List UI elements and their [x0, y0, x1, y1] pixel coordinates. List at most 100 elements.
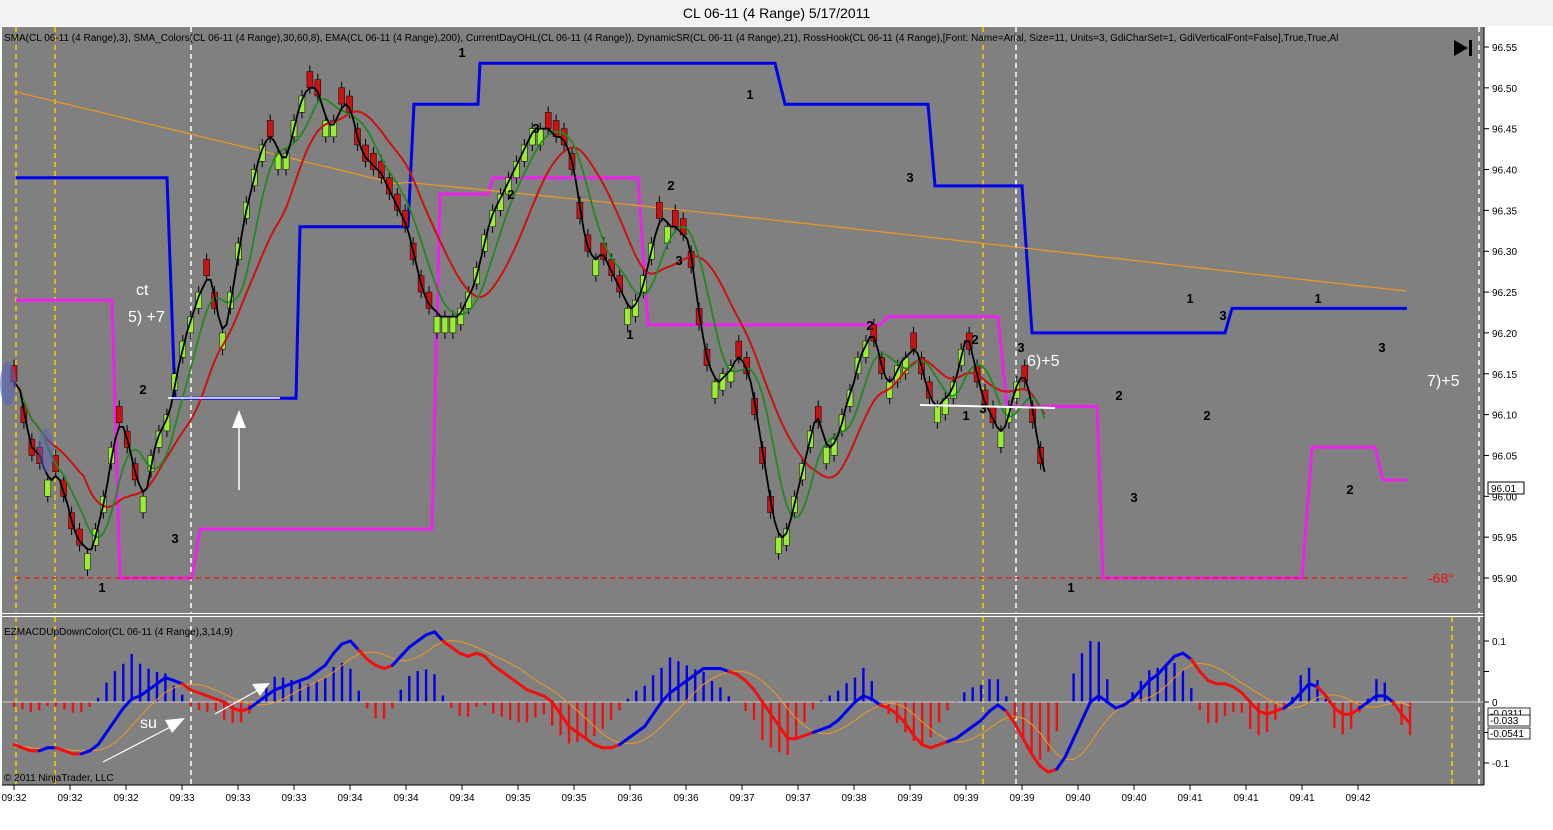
- swing-label-3: 1: [458, 45, 465, 60]
- macd-bar-10: [96, 697, 100, 702]
- macd-bar-22: [197, 702, 201, 711]
- swing-label-9: 1: [746, 87, 753, 102]
- macd-bar-76: [651, 675, 655, 702]
- candle-204: [822, 447, 830, 464]
- macd-bar-84: [719, 687, 722, 702]
- price-tick-label-3: 96.40: [1492, 166, 1517, 177]
- macd-bar-75: [643, 685, 646, 702]
- macd-bar-20: [181, 694, 184, 702]
- macd-bar-137: [1164, 664, 1168, 702]
- macd-bar-143: [1215, 702, 1218, 724]
- price-tick-label-8: 96.15: [1492, 370, 1517, 381]
- macd-bar-110: [937, 702, 941, 723]
- swing-label-7: 2: [667, 178, 674, 193]
- macd-bar-51: [441, 695, 445, 702]
- macd-bar-83: [710, 680, 714, 702]
- macd-bar-148: [1257, 702, 1260, 736]
- macd-bar-49: [424, 669, 428, 702]
- annotation-trade-5: 5) +7: [128, 309, 165, 326]
- candle-48: [203, 259, 210, 276]
- time-tick-label-22: 09:41: [1233, 793, 1258, 804]
- macd-bar-6: [63, 702, 66, 710]
- price-tick-label-13: 95.90: [1492, 574, 1517, 585]
- macd-bar-25: [223, 702, 226, 720]
- macd-bar-146: [1240, 702, 1243, 713]
- price-tick-label-1: 96.50: [1492, 84, 1517, 95]
- time-tick-label-8: 09:34: [449, 793, 474, 804]
- macd-bar-72: [618, 702, 621, 711]
- macd-bar-35: [307, 684, 310, 702]
- macd-value-2: -0.033: [1490, 716, 1519, 727]
- macd-bar-24: [214, 702, 217, 711]
- annotation-trade-6: 6)+5: [1027, 353, 1060, 370]
- macd-bar-53: [458, 702, 461, 716]
- macd-bar-94: [803, 702, 806, 723]
- red-level-label: -68°: [1428, 570, 1454, 586]
- macd-bar-71: [609, 702, 613, 720]
- swing-label-23: 2: [1346, 482, 1353, 497]
- macd-bar-90: [769, 702, 773, 748]
- macd-bar-4: [46, 702, 49, 706]
- macd-bar-45: [391, 702, 394, 709]
- macd-bar-57: [492, 702, 495, 714]
- macd-bar-99: [845, 683, 848, 702]
- macd-bar-144: [1223, 702, 1227, 716]
- macd-bar-139: [1181, 670, 1185, 702]
- macd-bar-109: [929, 702, 932, 737]
- macd-value-3: -0.0541: [1490, 729, 1524, 740]
- swing-label-12: 1: [962, 408, 969, 423]
- swing-label-5: 3: [532, 121, 539, 136]
- macd-bar-44: [382, 702, 386, 720]
- macd-bar-118: [1005, 696, 1008, 702]
- time-tick-label-3: 09:33: [169, 793, 194, 804]
- time-tick-label-11: 09:36: [617, 793, 642, 804]
- macd-bar-87: [744, 702, 747, 711]
- time-tick-label-7: 09:34: [393, 793, 418, 804]
- macd-bar-5: [54, 702, 58, 707]
- price-indicator-text: SMA(CL 06-11 (4 Range),3), SMA_Colors(CL…: [4, 33, 1338, 44]
- candle-106: [433, 316, 441, 334]
- macd-bar-11: [105, 682, 108, 702]
- last-price-label: 96.01: [1491, 484, 1516, 495]
- macd-bar-163: [1383, 682, 1386, 702]
- time-tick-label-19: 09:40: [1065, 793, 1090, 804]
- macd-bar-9: [88, 702, 91, 707]
- candle-176: [711, 381, 719, 399]
- macd-bar-43: [374, 702, 377, 719]
- macd-bar-149: [1265, 702, 1269, 733]
- macd-bar-93: [794, 702, 798, 740]
- price-tick-label-9: 96.10: [1492, 411, 1517, 422]
- macd-bar-65: [559, 702, 562, 736]
- candle-232: [934, 406, 941, 423]
- swing-label-2: 3: [171, 531, 178, 546]
- macd-bar-122: [1038, 702, 1042, 760]
- macd-bar-158: [1341, 702, 1344, 735]
- price-tick-label-2: 96.45: [1492, 125, 1517, 136]
- swing-label-21: 3: [1219, 308, 1226, 323]
- time-tick-label-23: 09:41: [1289, 793, 1314, 804]
- candle-32: [139, 496, 147, 513]
- candle-8: [44, 479, 52, 497]
- price-tick-label-7: 96.20: [1492, 329, 1517, 340]
- time-tick-label-5: 09:33: [281, 793, 306, 804]
- macd-bar-113: [963, 692, 966, 702]
- price-tick-label-4: 96.35: [1492, 206, 1517, 217]
- candle-26: [115, 406, 123, 423]
- macd-bar-147: [1249, 702, 1252, 729]
- price-panel[interactable]: [2, 27, 1484, 613]
- macd-bar-145: [1232, 702, 1235, 712]
- macd-bar-127: [1080, 653, 1084, 702]
- macd-bar-153: [1299, 675, 1302, 702]
- time-tick-label-24: 09:42: [1345, 793, 1370, 804]
- macd-bar-42: [366, 702, 369, 709]
- macd-bar-60: [517, 702, 520, 723]
- macd-bar-17: [155, 671, 159, 702]
- candle-182: [735, 340, 743, 358]
- candle-18: [84, 553, 91, 571]
- macd-indicator-text: EZMACDUpDownColor(CL 06-11 (4 Range),3,1…: [4, 627, 233, 638]
- macd-bar-126: [1072, 673, 1075, 702]
- swing-label-10: 2: [866, 318, 873, 333]
- macd-bar-162: [1375, 679, 1378, 702]
- macd-bar-74: [635, 690, 638, 702]
- macd-bar-67: [576, 702, 579, 742]
